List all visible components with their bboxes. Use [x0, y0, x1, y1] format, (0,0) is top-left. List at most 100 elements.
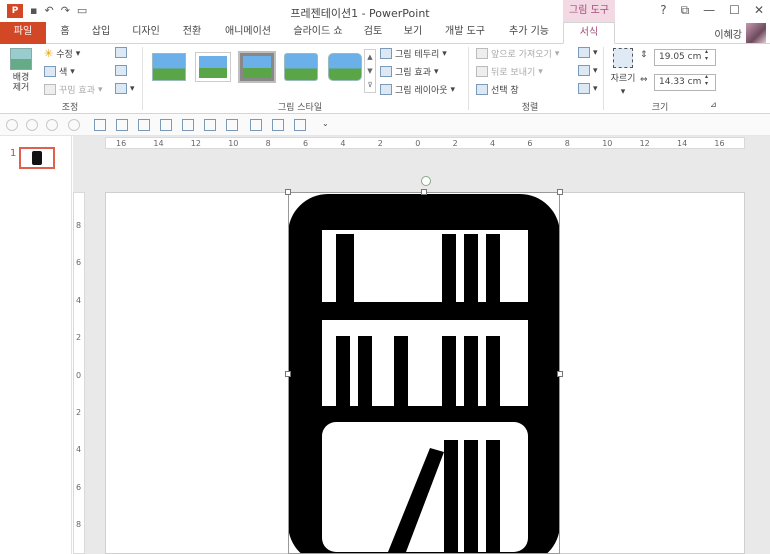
rotate-handle-icon[interactable]: [421, 176, 431, 186]
ruler-label: 4: [340, 139, 346, 148]
ribbon-display-button[interactable]: ⧉: [681, 3, 690, 18]
crop-button[interactable]: 자르기 ▾: [608, 48, 638, 97]
slide-thumbnail[interactable]: [19, 147, 55, 169]
selection-pane-button[interactable]: 선택 창: [476, 83, 519, 96]
distribute-vertical-icon[interactable]: [272, 119, 284, 131]
style-thumb-3[interactable]: [238, 51, 276, 83]
window-controls: ? ⧉ — ☐ ✕: [660, 3, 764, 18]
chevron-down-icon: ▾: [442, 48, 447, 59]
align-icon: [578, 47, 590, 58]
corrections-button[interactable]: ✳ 수정 ▾: [44, 47, 80, 60]
ruler-label: 8: [76, 520, 82, 530]
start-show-icon[interactable]: ▭: [77, 4, 87, 17]
ruler-label: 2: [76, 333, 82, 343]
align-right-icon[interactable]: [226, 119, 238, 131]
align-left-icon[interactable]: [182, 119, 194, 131]
resize-handle-right[interactable]: [557, 371, 563, 377]
height-icon: ⇕: [640, 50, 648, 60]
ruler-label: 4: [490, 139, 496, 148]
avatar[interactable]: [746, 23, 766, 43]
picture-effects-button[interactable]: 그림 효과 ▾: [380, 65, 439, 78]
toolbar-icon-2[interactable]: [26, 119, 38, 131]
chevron-down-icon: ▾: [75, 48, 81, 59]
rotate-toolbar-icon[interactable]: [294, 119, 306, 131]
toolbar-icon-5[interactable]: [94, 119, 106, 131]
horizontal-ruler: 16 14 12 10 8 6 4 2 0 2 4 6 8 10 12 14 16: [105, 137, 745, 149]
group-button[interactable]: ▾: [578, 65, 598, 76]
resize-handle-tl[interactable]: [285, 189, 291, 195]
align-bottom-icon[interactable]: [160, 119, 172, 131]
tab-insert[interactable]: 삽입: [84, 22, 118, 44]
tab-slide-show[interactable]: 슬라이드 쇼: [286, 22, 350, 44]
ruler-label: 16: [714, 139, 725, 148]
ribbon: 배경 제거 ✳ 수정 ▾ 색 ▾ 꾸밈 효과 ▾ ▾ 조정 ▲ ▼ ⊽ 그림 테두리 ▾ 그림…: [0, 44, 770, 114]
tab-add-ins[interactable]: 추가 기능: [500, 22, 558, 44]
align-top-icon[interactable]: [116, 119, 128, 131]
maximize-button[interactable]: ☐: [729, 3, 740, 18]
style-thumb-1[interactable]: [152, 53, 186, 81]
tab-design[interactable]: 디자인: [124, 22, 168, 44]
width-spinner[interactable]: ▴ ▾: [705, 73, 708, 87]
gallery-scroll[interactable]: ▲ ▼ ⊽: [364, 49, 376, 93]
toolbar-icon-3[interactable]: [46, 119, 58, 131]
help-button[interactable]: ?: [660, 3, 666, 18]
send-backward-button[interactable]: 뒤로 보내기 ▾: [476, 65, 543, 78]
toolbar-more-icon[interactable]: ⌄: [322, 119, 329, 128]
group-separator: [142, 47, 143, 110]
ruler-label: 16: [116, 139, 127, 148]
picture-border-button[interactable]: 그림 테두리 ▾: [380, 47, 447, 60]
minimize-button[interactable]: —: [703, 3, 715, 18]
style-thumb-5[interactable]: [328, 53, 362, 81]
ruler-label: 2: [377, 139, 383, 148]
resize-handle-tr[interactable]: [557, 189, 563, 195]
height-spinner[interactable]: ▴ ▾: [705, 48, 708, 62]
tab-format[interactable]: 서식: [563, 22, 615, 44]
color-button[interactable]: 색 ▾: [44, 65, 75, 78]
resize-handle-left[interactable]: [285, 371, 291, 377]
tab-animations[interactable]: 애니메이션: [216, 22, 280, 44]
close-button[interactable]: ✕: [754, 3, 764, 18]
tab-view[interactable]: 보기: [396, 22, 430, 44]
user-name[interactable]: 이혜강: [714, 26, 742, 41]
ruler-label: 4: [76, 445, 82, 455]
document-title: 프레젠테이션1 - PowerPoint: [290, 7, 430, 20]
slides-pane: [0, 136, 72, 554]
tab-file[interactable]: 파일: [0, 22, 46, 44]
tab-review[interactable]: 검토: [356, 22, 390, 44]
resize-handle-top[interactable]: [421, 189, 427, 195]
tab-home[interactable]: 홈: [52, 22, 78, 44]
tab-transitions[interactable]: 전환: [175, 22, 209, 44]
style-thumb-4[interactable]: [284, 53, 318, 81]
bring-forward-button[interactable]: 앞으로 가져오기 ▾: [476, 47, 559, 60]
rotate-button[interactable]: ▾: [578, 83, 598, 94]
align-button[interactable]: ▾: [578, 47, 598, 58]
style-thumb-2[interactable]: [195, 52, 231, 82]
redo-icon[interactable]: ↷: [61, 4, 70, 17]
ruler-label: 6: [303, 139, 309, 148]
ruler-label: 14: [677, 139, 688, 148]
change-picture-button[interactable]: [115, 65, 127, 76]
distribute-icon[interactable]: [250, 119, 262, 131]
save-icon[interactable]: ▪: [30, 4, 37, 17]
reset-picture-button[interactable]: ▾: [115, 83, 135, 94]
ruler-label: 2: [452, 139, 458, 148]
align-center-icon[interactable]: [204, 119, 216, 131]
remove-background-button[interactable]: 배경 제거: [8, 48, 34, 93]
toolbar-icon-4[interactable]: [68, 119, 80, 131]
artistic-effects-button[interactable]: 꾸밈 효과 ▾: [44, 83, 103, 96]
undo-icon[interactable]: ↶: [44, 4, 53, 17]
align-middle-icon[interactable]: [138, 119, 150, 131]
quick-access-toolbar: ▪ ↶ ↷ ▭: [30, 4, 87, 17]
chevron-down-icon: ▾: [70, 66, 75, 77]
tab-developer[interactable]: 개발 도구: [436, 22, 494, 44]
picture-layout-button[interactable]: 그림 레이아웃 ▾: [380, 83, 455, 96]
crop-icon: [613, 48, 633, 68]
compress-pictures-button[interactable]: [115, 47, 127, 58]
rotate-icon: [578, 83, 590, 94]
ruler-label: 8: [76, 221, 82, 230]
ruler-label: 10: [602, 139, 613, 148]
group-separator: [468, 47, 469, 110]
toolbar-icon-1[interactable]: [6, 119, 18, 131]
size-dialog-launcher-icon[interactable]: ⊿: [710, 100, 717, 109]
ruler-label: 12: [639, 139, 650, 148]
